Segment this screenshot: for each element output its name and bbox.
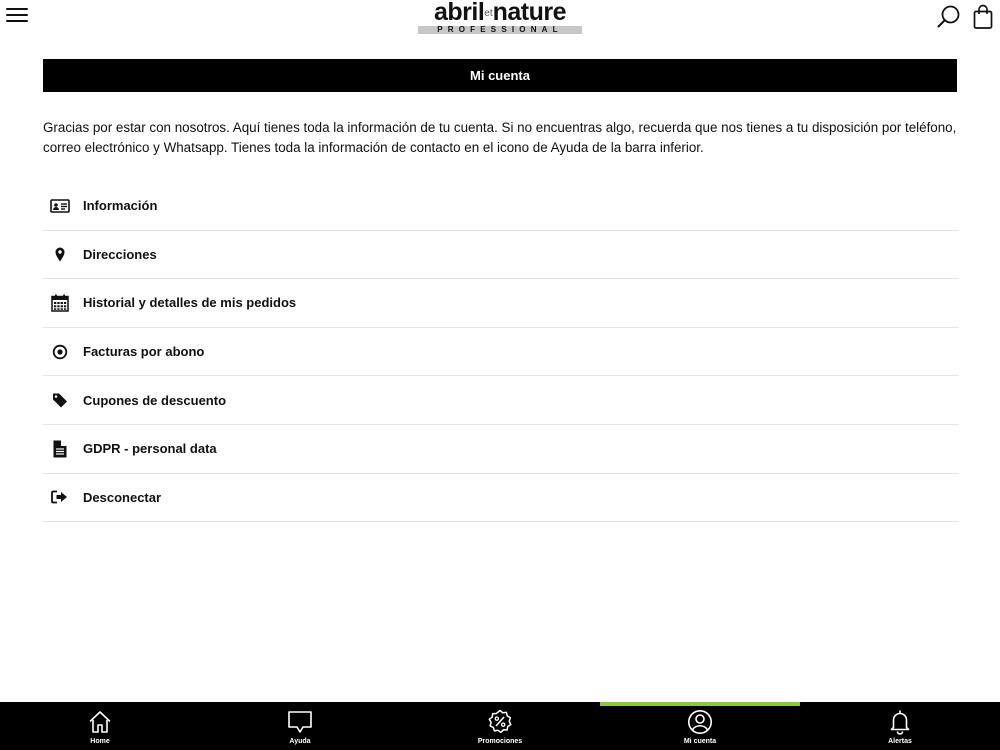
menu-item-label: GDPR - personal data: [83, 441, 217, 457]
menu-item-label: Direcciones: [83, 246, 157, 262]
bottom-navigation: Home Ayuda Promociones Mi cuenta Alertas: [0, 702, 1000, 750]
tag-icon: [43, 376, 83, 424]
nav-label: Home: [90, 738, 110, 745]
nav-label: Promociones: [477, 738, 523, 745]
app-header: abriletnature PROFESSIONAL: [0, 0, 1000, 36]
menu-item-label: Facturas por abono: [83, 344, 205, 360]
menu-item-gdpr[interactable]: GDPR - personal data: [43, 425, 959, 474]
intro-text: Gracias por estar con nosotros. Aquí tie…: [43, 120, 957, 155]
calendar-icon: [43, 279, 83, 327]
menu-item-label: Historial y detalles de mis pedidos: [83, 295, 297, 311]
nav-label: Ayuda: [289, 738, 311, 745]
menu-item-cupones[interactable]: Cupones de descuento: [43, 376, 959, 425]
bell-icon: [887, 709, 913, 735]
menu-item-historial-pedidos[interactable]: Historial y detalles de mis pedidos: [43, 279, 959, 328]
nav-promociones[interactable]: Promociones: [400, 702, 600, 750]
nav-label: Alertas: [888, 738, 912, 745]
hamburger-menu-icon[interactable]: [6, 5, 28, 25]
home-icon: [87, 709, 113, 735]
logo-wordmark: abriletnature: [433, 0, 567, 26]
menu-item-facturas-abono[interactable]: Facturas por abono: [43, 328, 959, 377]
sign-out-icon: [43, 473, 83, 521]
page-title: Mi cuenta: [43, 59, 957, 92]
menu-item-label: Cupones de descuento: [83, 392, 227, 408]
menu-item-label: Desconectar: [83, 489, 162, 505]
chat-bubble-icon: [287, 709, 313, 735]
brand-logo[interactable]: abriletnature PROFESSIONAL: [418, 0, 582, 34]
nav-alertas[interactable]: Alertas: [800, 702, 1000, 750]
menu-item-direcciones[interactable]: Direcciones: [43, 231, 959, 280]
dot-circle-icon: [43, 328, 83, 376]
document-icon: [43, 425, 83, 473]
logo-subtitle: PROFESSIONAL: [418, 25, 582, 34]
shopping-bag-icon[interactable]: [972, 4, 994, 30]
nav-label: Mi cuenta: [683, 738, 717, 745]
account-menu: Información Direcciones Historial y deta…: [43, 182, 959, 523]
id-card-icon: [43, 182, 83, 230]
menu-item-label: Información: [83, 198, 158, 214]
map-pin-icon: [43, 230, 83, 278]
percent-badge-icon: [487, 709, 513, 735]
nav-ayuda[interactable]: Ayuda: [200, 702, 400, 750]
nav-mi-cuenta[interactable]: Mi cuenta: [600, 702, 800, 750]
nav-home[interactable]: Home: [0, 702, 200, 750]
menu-item-informacion[interactable]: Información: [43, 182, 959, 231]
menu-item-desconectar[interactable]: Desconectar: [43, 474, 959, 523]
search-icon[interactable]: [936, 4, 962, 30]
user-circle-icon: [687, 709, 713, 735]
